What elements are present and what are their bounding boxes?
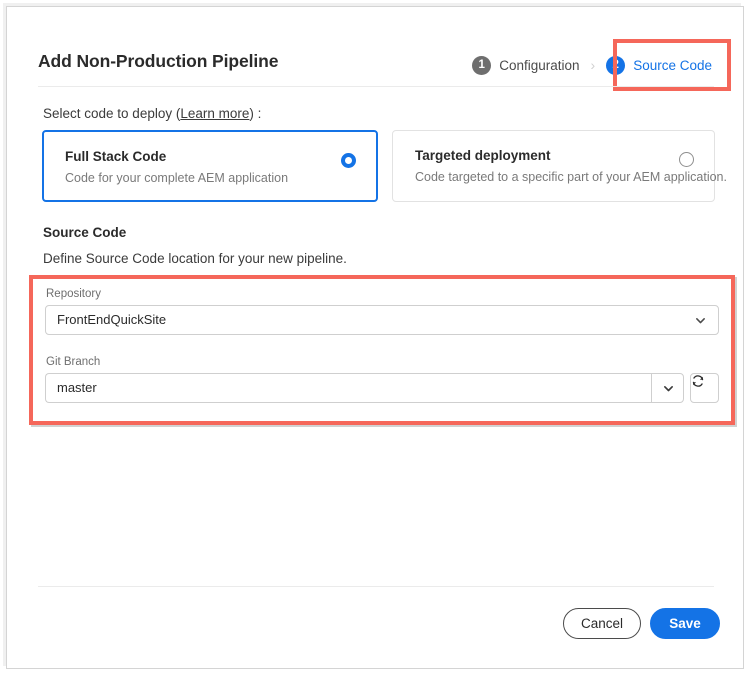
step-label-configuration: Configuration xyxy=(499,58,579,73)
footer-divider xyxy=(38,586,714,587)
step-number-badge-1: 1 xyxy=(472,56,491,75)
step-item-source-code[interactable]: 2 Source Code xyxy=(600,52,718,78)
repository-select[interactable]: FrontEndQuickSite xyxy=(45,305,719,335)
chevron-right-icon: › xyxy=(591,58,596,72)
option-card-targeted-deployment[interactable]: Targeted deployment Code targeted to a s… xyxy=(392,130,715,202)
learn-more-link[interactable]: Learn more xyxy=(180,106,249,121)
git-branch-input[interactable]: master xyxy=(45,373,651,403)
option-description: Code targeted to a specific part of your… xyxy=(415,170,727,184)
step-number-badge-2: 2 xyxy=(606,56,625,75)
select-code-suffix: : xyxy=(258,106,262,121)
chevron-down-icon xyxy=(695,315,706,326)
refresh-icon xyxy=(691,374,705,388)
source-code-heading: Source Code xyxy=(43,225,126,240)
radio-targeted-deployment[interactable] xyxy=(679,152,694,167)
page-title: Add Non-Production Pipeline xyxy=(38,51,278,72)
step-item-configuration[interactable]: 1 Configuration xyxy=(466,52,585,78)
select-code-prefix: Select code to deploy xyxy=(43,106,172,121)
git-branch-value: master xyxy=(57,374,97,402)
step-indicator: 1 Configuration › 2 Source Code xyxy=(466,52,718,78)
chevron-down-icon xyxy=(663,383,674,394)
option-title: Full Stack Code xyxy=(65,149,166,164)
cancel-button[interactable]: Cancel xyxy=(563,608,641,639)
dialog-header: Add Non-Production Pipeline 1 Configurat… xyxy=(7,7,743,83)
option-card-full-stack-code[interactable]: Full Stack Code Code for your complete A… xyxy=(42,130,378,202)
git-branch-refresh-button[interactable] xyxy=(690,373,719,403)
source-code-subtitle: Define Source Code location for your new… xyxy=(43,251,347,266)
option-description: Code for your complete AEM application xyxy=(65,171,288,185)
repository-value: FrontEndQuickSite xyxy=(57,306,166,334)
select-code-to-deploy-label: Select code to deploy (Learn more) : xyxy=(43,106,261,121)
save-button[interactable]: Save xyxy=(650,608,720,639)
header-divider xyxy=(38,86,714,87)
git-branch-label: Git Branch xyxy=(46,356,100,368)
radio-full-stack-code[interactable] xyxy=(341,153,356,168)
add-pipeline-dialog: Add Non-Production Pipeline 1 Configurat… xyxy=(6,6,744,669)
repository-label: Repository xyxy=(46,288,101,300)
git-branch-dropdown-button[interactable] xyxy=(651,373,684,403)
step-label-source-code: Source Code xyxy=(633,58,712,73)
option-title: Targeted deployment xyxy=(415,148,551,163)
